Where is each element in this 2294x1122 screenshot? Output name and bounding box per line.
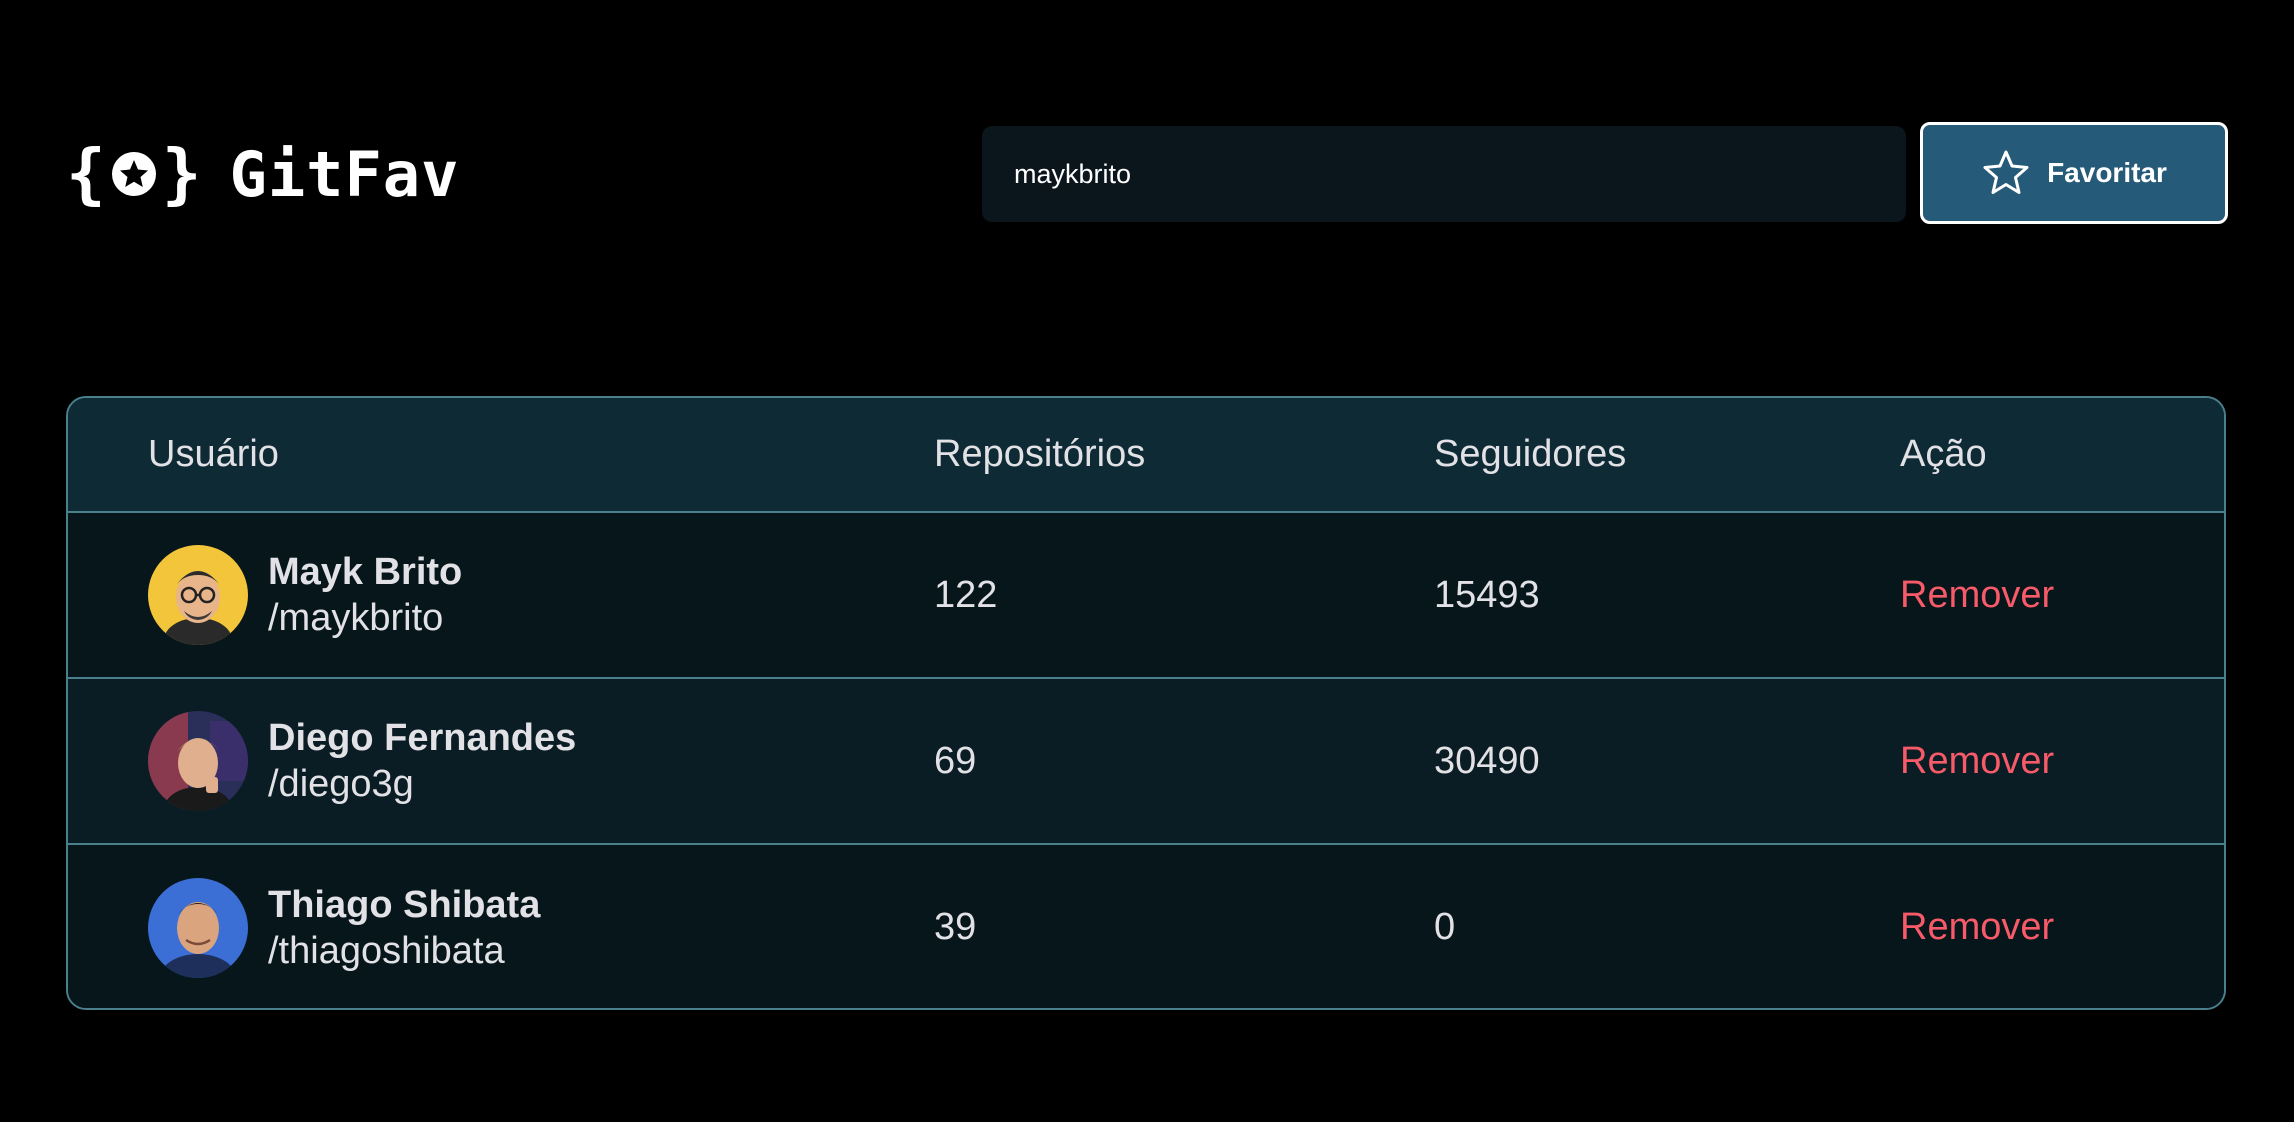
avatar[interactable] [148, 711, 248, 811]
header-followers: Seguidores [1434, 398, 1900, 513]
followers-count: 30490 [1434, 678, 1900, 845]
remove-button[interactable]: Remover [1900, 906, 2054, 949]
user-name: Diego Fernandes [268, 717, 577, 759]
favorite-button[interactable]: Favoritar [1920, 122, 2228, 224]
header-user: Usuário [68, 398, 934, 513]
followers-count: 15493 [1434, 512, 1900, 679]
avatar[interactable] [148, 877, 248, 978]
repositories-count: 69 [934, 678, 1434, 845]
action-cell: Remover [1900, 844, 2224, 1008]
favorites-table: Usuário Repositórios Seguidores Ação May… [66, 396, 2226, 1010]
user-name: Thiago Shibata [268, 883, 541, 926]
avatar[interactable] [148, 545, 248, 645]
user-cell: Diego Fernandes /diego3g [68, 678, 934, 845]
logo: { } GitFav [66, 132, 459, 216]
table-header-row: Usuário Repositórios Seguidores Ação [68, 398, 2224, 513]
table-row: Thiago Shibata /thiagoshibata 39 0 Remov… [68, 844, 2224, 1008]
table-row: Diego Fernandes /diego3g 69 30490 Remove… [68, 678, 2224, 845]
search-input[interactable] [1014, 158, 1874, 190]
repositories-count: 122 [934, 512, 1434, 679]
search-box [982, 126, 1906, 222]
app-name: GitFav [229, 137, 460, 211]
action-cell: Remover [1900, 678, 2224, 845]
user-login: /thiagoshibata [268, 929, 505, 972]
user-name: Mayk Brito [268, 551, 463, 593]
remove-button[interactable]: Remover [1900, 740, 2054, 783]
header: { } GitFav Favoritar [66, 122, 2228, 226]
followers-count: 0 [1434, 906, 1456, 948]
user-cell: Thiago Shibata /thiagoshibata [68, 844, 934, 1008]
user-login: /maykbrito [268, 597, 444, 639]
action-cell: Remover [1900, 512, 2224, 679]
favorite-button-label: Favoritar [2047, 157, 2167, 188]
user-login: /diego3g [268, 763, 414, 805]
repositories-count: 39 [934, 906, 977, 948]
star-braces-icon: { } [66, 135, 202, 212]
user-cell: Mayk Brito /maykbrito [68, 512, 934, 679]
header-action: Ação [1900, 398, 2224, 513]
header-repositories: Repositórios [934, 398, 1434, 513]
table-row: Mayk Brito /maykbrito 122 15493 Remover [68, 512, 2224, 679]
app-root: { } GitFav Favoritar Usuário [0, 0, 2294, 1122]
remove-button[interactable]: Remover [1900, 574, 2054, 617]
star-outline-icon [1983, 150, 2029, 194]
